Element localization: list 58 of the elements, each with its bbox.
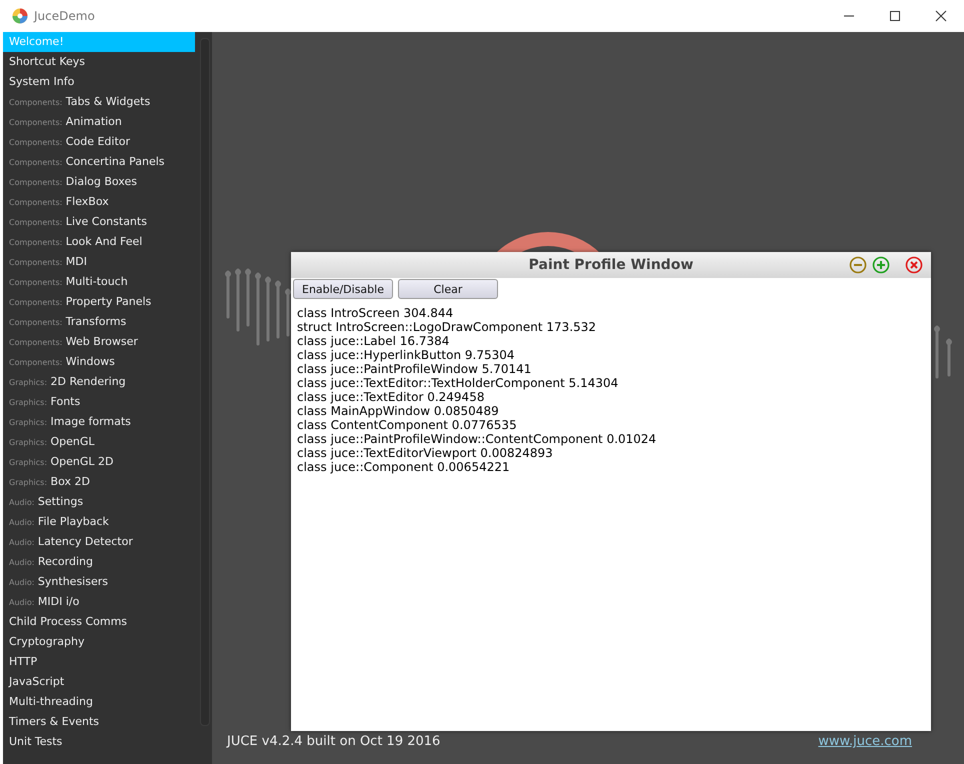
log-line: class ContentComponent 0.0776535: [297, 418, 518, 432]
minus-icon[interactable]: [849, 256, 867, 274]
version-text: JUCE v4.2.4 built on Oct 19 2016: [227, 734, 440, 749]
sidebar-item[interactable]: Cryptography: [3, 632, 195, 652]
sidebar-item[interactable]: Audio: Settings: [3, 492, 195, 512]
sidebar-item[interactable]: JavaScript: [3, 672, 195, 692]
sidebar-item[interactable]: Unit Tests: [3, 732, 195, 752]
sidebar-item[interactable]: Components: Property Panels: [3, 292, 195, 312]
sidebar-item[interactable]: Child Process Comms: [3, 612, 195, 632]
sidebar-item[interactable]: Graphics: Image formats: [3, 412, 195, 432]
sidebar-item[interactable]: Components: Multi-touch: [3, 272, 195, 292]
sidebar-item[interactable]: Components: Tabs & Widgets: [3, 92, 195, 112]
log-line: class MainAppWindow 0.0850489: [297, 404, 500, 418]
sidebar-item[interactable]: Shortcut Keys: [3, 52, 195, 72]
sidebar-item[interactable]: Graphics: OpenGL 2D: [3, 452, 195, 472]
sidebar-item[interactable]: Audio: Latency Detector: [3, 532, 195, 552]
sidebar-item[interactable]: Components: FlexBox: [3, 192, 195, 212]
sidebar-item[interactable]: Components: MDI: [3, 252, 195, 272]
log-line: class juce::PaintProfileWindow::ContentComponent 0.01024: [297, 432, 658, 446]
log-line: class juce::HyperlinkButton 9.75304: [297, 348, 516, 362]
sidebar-item[interactable]: Components: Windows: [3, 352, 195, 372]
plus-icon[interactable]: [872, 256, 890, 274]
log-line: class juce::Label 16.7384: [297, 334, 450, 348]
sidebar-item[interactable]: Graphics: Fonts: [3, 392, 195, 412]
sidebar-item[interactable]: System Info: [3, 72, 195, 92]
sidebar-item[interactable]: Graphics: Box 2D: [3, 472, 195, 492]
dialog-title: Paint Profile Window: [528, 257, 694, 273]
sidebar-item[interactable]: Graphics: OpenGL: [3, 432, 195, 452]
sidebar-item[interactable]: Components: Look And Feel: [3, 232, 195, 252]
close-icon[interactable]: [935, 10, 947, 22]
sidebar-item[interactable]: Components: Code Editor: [3, 132, 195, 152]
log-line: class juce::TextEditor 0.249458: [297, 390, 486, 404]
sidebar-item[interactable]: Audio: Synthesisers: [3, 572, 195, 592]
window-title: JuceDemo: [34, 9, 95, 23]
sidebar-item[interactable]: Audio: Recording: [3, 552, 195, 572]
sidebar-item[interactable]: Components: Dialog Boxes: [3, 172, 195, 192]
log-line: class juce::Component 0.00654221: [297, 460, 511, 474]
sidebar-item[interactable]: Components: Live Constants: [3, 212, 195, 232]
sidebar-item[interactable]: HTTP: [3, 652, 195, 672]
sidebar-item[interactable]: Graphics: 2D Rendering: [3, 372, 195, 392]
sidebar-item[interactable]: Components: Transforms: [3, 312, 195, 332]
log-line: class juce::TextEditor::TextHolderComponent 5.14304: [297, 376, 620, 390]
sidebar-item[interactable]: Multi-threading: [3, 692, 195, 712]
sidebar-item[interactable]: Audio: File Playback: [3, 512, 195, 532]
toolbar-button[interactable]: Clear: [398, 279, 498, 299]
sidebar-item[interactable]: Audio: MIDI i/o: [3, 592, 195, 612]
website-link[interactable]: www.juce.com: [818, 734, 912, 749]
app-logo-icon: [12, 8, 28, 24]
sidebar-item[interactable]: Components: Concertina Panels: [3, 152, 195, 172]
sidebar-item[interactable]: Components: Web Browser: [3, 332, 195, 352]
log-line: class IntroScreen 304.844: [297, 306, 454, 320]
sidebar-item[interactable]: Timers & Events: [3, 712, 195, 732]
log-line: class juce::TextEditorViewport 0.00824893: [297, 446, 554, 460]
toolbar-button[interactable]: Enable/Disable: [293, 279, 393, 299]
maximize-icon[interactable]: [889, 10, 901, 22]
log-line: class juce::PaintProfileWindow 5.70141: [297, 362, 532, 376]
log-line: struct IntroScreen::LogoDrawComponent 173.532: [297, 320, 598, 334]
sidebar-item[interactable]: Components: Animation: [3, 112, 195, 132]
